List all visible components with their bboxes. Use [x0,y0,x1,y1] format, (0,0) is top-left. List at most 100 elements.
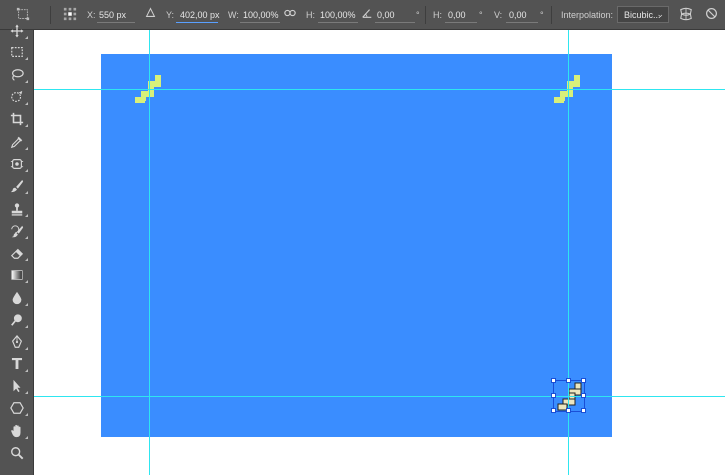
warp-mode-icon[interactable] [678,7,694,24]
tool-flyout-marker [25,36,28,39]
tool-flyout-marker [25,124,28,127]
relative-position-icon[interactable] [143,7,157,21]
tool-flyout-marker [25,436,28,439]
tool-flyout-marker [25,303,28,306]
type-icon: T [11,355,23,373]
transform-handle-bottom[interactable] [566,408,571,413]
tool-flyout-marker [25,369,28,372]
chevron-down-icon: ⌄ [656,9,664,19]
height-label: H: [306,10,315,20]
width-input[interactable]: 100,00% [243,10,279,21]
path-selection-tool[interactable] [6,377,28,395]
tool-flyout-marker [25,191,28,194]
tools-panel: T [0,24,34,475]
lasso-icon [12,69,24,81]
lasso-tool[interactable] [6,66,28,84]
angle-input[interactable]: 0,00 [377,10,395,21]
tool-flyout-marker [25,102,28,105]
gradient-tool[interactable] [6,266,28,284]
blur-tool[interactable] [6,289,28,307]
crop-tool[interactable] [6,110,28,128]
vskew-input[interactable]: 0,00 [509,10,527,21]
zoom-icon [11,447,24,460]
eraser-tool[interactable] [6,244,28,262]
hskew-unit: ° [479,10,483,20]
horizontal-guide-bottom[interactable] [34,396,725,397]
transform-handle-bottom-left[interactable] [551,408,556,413]
eyedropper-tool[interactable] [6,133,28,151]
type-tool[interactable]: T [6,355,28,373]
stamp-icon [11,203,23,216]
pen-tool[interactable] [6,333,28,351]
stairs-icon-top-left[interactable] [135,75,167,105]
tool-flyout-marker [25,169,28,172]
document-canvas[interactable] [101,54,612,437]
horizontal-guide-top[interactable] [34,89,725,90]
vertical-guide-left[interactable] [149,30,150,475]
arrow-icon [13,379,21,393]
hand-tool[interactable] [6,422,28,440]
link-icon[interactable] [283,7,297,22]
dodge-tool[interactable] [6,311,28,329]
separator [425,6,426,24]
move-icon [10,24,24,38]
hskew-input[interactable]: 0,00 [448,10,466,21]
tool-flyout-marker [25,258,28,261]
transform-handle-top-right[interactable] [581,378,586,383]
x-label: X: [87,10,96,20]
height-input[interactable]: 100,00% [320,10,356,21]
y-label: Y: [166,10,175,20]
interpolation-select[interactable]: Bicubic... ⌄ [617,6,669,23]
transform-handle-top[interactable] [566,378,571,383]
brush-tool[interactable] [6,177,28,195]
vskew-label: V: [494,10,503,20]
eyedropper-icon [10,136,23,149]
interpolation-label: Interpolation: [561,10,614,20]
tool-flyout-marker [25,413,28,416]
options-bar: X: 550 px Y: 402,00 px W: 100,00% H: 100… [0,0,725,30]
zoom-tool[interactable] [6,444,28,462]
width-label: W: [228,10,239,20]
marquee-tool[interactable] [6,43,28,61]
drop-icon [12,291,22,305]
clone-stamp-tool[interactable] [6,200,28,218]
canvas-area[interactable] [34,30,725,475]
hand-icon [11,424,21,438]
quick-select-icon [11,90,23,102]
transform-handle-left[interactable] [551,393,556,398]
pen-icon [11,335,23,348]
reference-point-icon[interactable] [62,7,78,24]
tool-flyout-marker [25,347,28,350]
tool-flyout-marker [25,57,28,60]
stairs-icon-top-right[interactable] [554,75,586,105]
tool-flyout-marker [25,236,28,239]
transform-handle-top-left[interactable] [551,378,556,383]
history-brush-icon [11,225,24,238]
hexagon-icon [10,402,24,414]
history-brush-tool[interactable] [6,222,28,240]
reference-point-grid [63,7,77,21]
tool-flyout-marker [25,391,28,394]
shape-tool[interactable] [6,399,28,417]
transform-handle-right[interactable] [581,393,586,398]
healing-brush-tool[interactable] [6,155,28,173]
move-tool[interactable] [6,22,28,40]
interpolation-value: Bicubic... [624,10,661,20]
tool-flyout-marker [25,280,28,283]
angle-unit: ° [416,10,420,20]
quick-selection-tool[interactable] [6,88,28,106]
tool-flyout-marker [25,80,28,83]
transform-handle-bottom-right[interactable] [581,408,586,413]
tool-flyout-marker [25,325,28,328]
hskew-label: H: [433,10,442,20]
x-input[interactable]: 550 px [99,10,126,21]
rect-marquee-icon [11,47,23,57]
cancel-transform-icon[interactable] [703,7,719,23]
brush-icon [10,179,24,193]
vskew-unit: ° [540,10,544,20]
rotate-angle-icon[interactable] [360,7,374,22]
tool-flyout-marker [25,147,28,150]
y-input[interactable]: 402,00 px [180,10,220,21]
separator [50,6,51,24]
separator [551,6,552,24]
